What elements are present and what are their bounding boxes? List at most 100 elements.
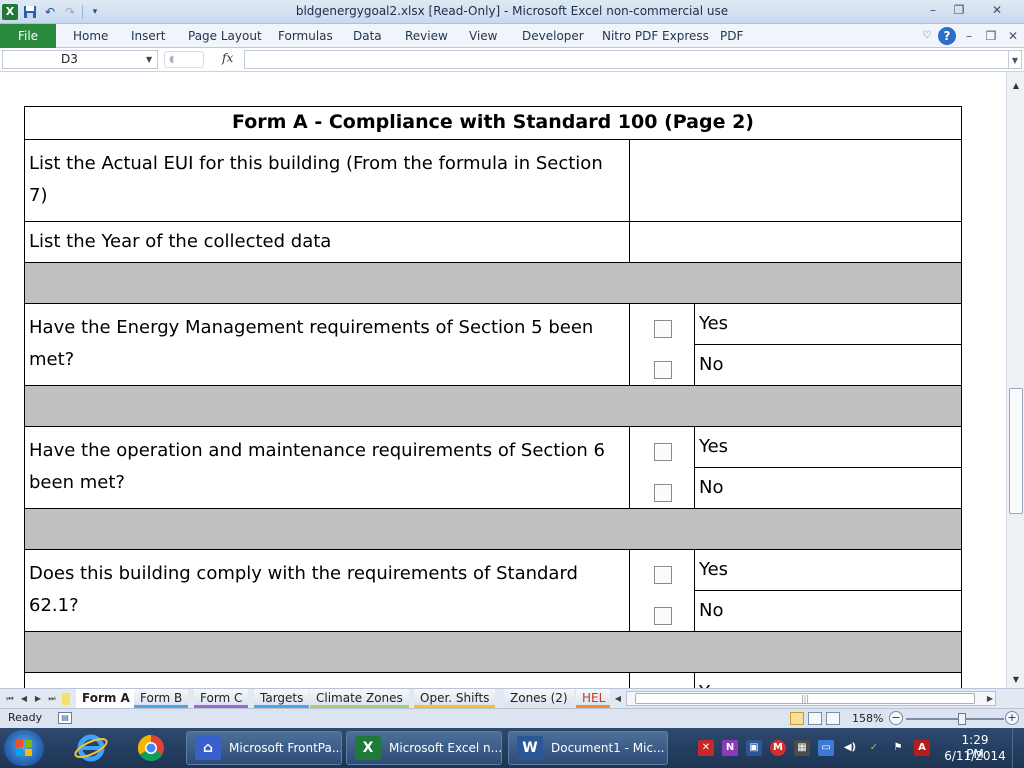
question-data-year[interactable]: List the Year of the collected data	[24, 221, 630, 263]
taskbar-app-word[interactable]: W Document1 - Mic...	[508, 731, 668, 765]
start-button[interactable]	[4, 730, 44, 766]
page-layout-view-icon[interactable]	[808, 712, 822, 725]
scroll-up-icon[interactable]: ▲	[1007, 78, 1024, 94]
tray-flag-icon[interactable]: ⚑	[890, 740, 906, 756]
workbook-restore-icon[interactable]: ❐	[982, 27, 1000, 45]
sheet-tab[interactable]: Climate Zones	[310, 689, 409, 708]
zoom-in-icon[interactable]: +	[1005, 711, 1019, 725]
formula-bar: D3 ▼ ◖ fx ▼	[0, 48, 1024, 72]
name-box[interactable]: D3	[2, 50, 158, 69]
tab-view[interactable]: View	[469, 24, 497, 48]
separator-row	[24, 385, 962, 427]
tab-page-layout[interactable]: Page Layout	[188, 24, 262, 48]
standard-62-1-no-checkbox[interactable]	[654, 607, 672, 625]
normal-view-icon[interactable]	[790, 712, 804, 725]
question-operation-maintenance[interactable]: Have the operation and maintenance requi…	[24, 426, 630, 509]
close-button[interactable]: ✕	[980, 0, 1014, 20]
tab-review[interactable]: Review	[405, 24, 448, 48]
sheet-tab[interactable]: Targets	[254, 689, 310, 708]
tray-update-icon[interactable]: ✓	[866, 740, 882, 756]
tab-file[interactable]: File	[0, 24, 56, 48]
operation-maintenance-yes-checkbox[interactable]	[654, 443, 672, 461]
first-sheet-icon[interactable]: ⏮	[4, 692, 16, 706]
tab-data[interactable]: Data	[353, 24, 382, 48]
next-sheet-icon[interactable]: ▶	[32, 692, 44, 706]
horizontal-scroll-thumb[interactable]: |||	[635, 693, 975, 704]
energy-management-no-checkbox[interactable]	[654, 361, 672, 379]
tray-volume-icon[interactable]: ◀)	[842, 740, 858, 756]
tray-monitor-icon[interactable]: ▭	[818, 740, 834, 756]
tab-insert[interactable]: Insert	[131, 24, 165, 48]
sheet-tab[interactable]: Form A	[76, 689, 136, 708]
operation-maintenance-no-label: No	[694, 467, 962, 509]
tray-acrobat-icon[interactable]: A	[914, 740, 930, 756]
scroll-left-icon[interactable]: ◀	[612, 692, 624, 706]
tab-home[interactable]: Home	[73, 24, 108, 48]
taskbar-app-frontpage[interactable]: ⌂ Microsoft FrontPa...	[186, 731, 342, 765]
internet-explorer-icon[interactable]	[66, 732, 116, 764]
show-desktop-button[interactable]	[1012, 728, 1024, 768]
minimize-ribbon-icon[interactable]: ♡	[918, 27, 936, 45]
tab-formulas[interactable]: Formulas	[278, 24, 333, 48]
restore-button[interactable]: ❐	[946, 0, 972, 20]
operation-maintenance-no-checkbox[interactable]	[654, 484, 672, 502]
taskbar-app-excel[interactable]: X Microsoft Excel n...	[346, 731, 502, 765]
workbook-minimize-icon[interactable]: –	[960, 27, 978, 45]
question-actual-eui[interactable]: List the Actual EUI for this building (F…	[24, 139, 630, 222]
standard-62-1-no-label: No	[694, 590, 962, 632]
question-partial-row[interactable]	[24, 672, 630, 688]
answer-data-year-cell[interactable]	[629, 221, 962, 263]
sheet-tab[interactable]: Form B	[134, 689, 189, 708]
chrome-icon[interactable]	[126, 732, 176, 764]
sheet-tab[interactable]: Zones (2)	[504, 689, 574, 708]
form-title[interactable]: Form A - Compliance with Standard 100 (P…	[24, 106, 962, 140]
scroll-right-icon[interactable]: ▶	[984, 692, 996, 706]
question-standard-62-1[interactable]: Does this building comply with the requi…	[24, 549, 630, 632]
standard-62-1-yes-checkbox[interactable]	[654, 566, 672, 584]
zoom-level[interactable]: 158%	[852, 712, 883, 725]
help-icon[interactable]: ?	[938, 27, 956, 45]
vertical-scroll-thumb[interactable]	[1009, 388, 1023, 514]
page-break-view-icon[interactable]	[826, 712, 840, 725]
worksheet[interactable]: Form A - Compliance with Standard 100 (P…	[0, 72, 1006, 688]
tab-pdf[interactable]: PDF	[720, 24, 743, 48]
tray-pdf-icon[interactable]: ✕	[698, 740, 714, 756]
name-box-dropdown-icon[interactable]: ▼	[146, 50, 156, 69]
tray-mcafee-icon[interactable]: M	[770, 740, 786, 756]
clock-date[interactable]: 6/11/2014	[944, 749, 1006, 763]
last-sheet-icon[interactable]: ⏭	[46, 692, 58, 706]
zoom-slider-thumb[interactable]	[958, 713, 966, 725]
sheet-tab[interactable]: Oper. Shifts	[414, 689, 496, 708]
energy-management-yes-checkbox[interactable]	[654, 320, 672, 338]
insert-function-icon[interactable]: fx	[222, 51, 240, 69]
zoom-slider[interactable]	[906, 718, 1004, 720]
previous-sheet-icon[interactable]: ◀	[18, 692, 30, 706]
sheet-tabs-bar: ⏮ ◀ ▶ ⏭ Form A Form B Form C Targets Climate…	[0, 688, 1024, 708]
formula-cancel-icon: ◖	[164, 51, 204, 68]
formula-input[interactable]	[244, 50, 1008, 69]
tray-device-icon[interactable]: ▦	[794, 740, 810, 756]
expand-formula-bar-icon[interactable]: ▼	[1008, 50, 1022, 69]
standard-62-1-yes-label: Yes	[694, 549, 962, 591]
sheet-tab[interactable]: HEL	[576, 689, 610, 708]
answer-actual-eui-cell[interactable]	[629, 139, 962, 222]
sheet-tab[interactable]: Form C	[194, 689, 249, 708]
windows-logo-icon	[16, 740, 32, 756]
minimize-button[interactable]: –	[920, 0, 946, 20]
partial-row-yes-label: Y	[694, 672, 962, 688]
windows-taskbar: ⌂ Microsoft FrontPa... X Microsoft Excel n.…	[0, 728, 1024, 768]
taskbar-app-label: Document1 - Mic...	[551, 741, 665, 755]
horizontal-scrollbar[interactable]: |||	[626, 691, 996, 706]
question-energy-management[interactable]: Have the Energy Management requirements …	[24, 303, 630, 386]
vertical-scrollbar[interactable]: ▲ ▼	[1006, 72, 1024, 688]
workbook-close-icon[interactable]: ✕	[1004, 27, 1022, 45]
tray-network-icon[interactable]: ▣	[746, 740, 762, 756]
separator-row	[24, 262, 962, 304]
scroll-down-icon[interactable]: ▼	[1007, 672, 1024, 688]
tray-onenote-icon[interactable]: N	[722, 740, 738, 756]
tab-developer[interactable]: Developer	[522, 24, 584, 48]
macro-record-icon[interactable]: ▤	[58, 712, 72, 724]
zoom-out-icon[interactable]: −	[889, 711, 903, 725]
excel-icon: X	[355, 736, 381, 760]
tab-nitro-pdf[interactable]: Nitro PDF Express	[602, 24, 709, 48]
